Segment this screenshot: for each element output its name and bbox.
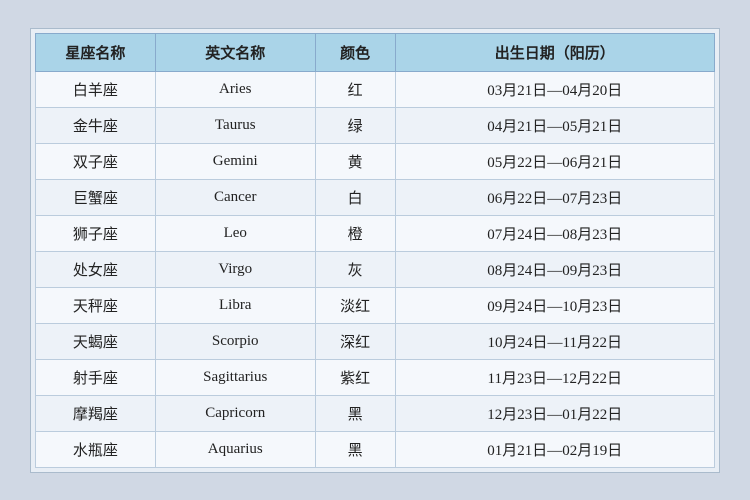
cell-color: 淡红: [315, 287, 395, 323]
cell-color: 橙: [315, 215, 395, 251]
cell-date: 05月22日—06月21日: [395, 143, 714, 179]
cell-chinese: 巨蟹座: [36, 179, 156, 215]
cell-chinese: 水瓶座: [36, 431, 156, 467]
header-date: 出生日期（阳历）: [395, 33, 714, 71]
cell-chinese: 射手座: [36, 359, 156, 395]
cell-color: 紫红: [315, 359, 395, 395]
cell-english: Capricorn: [155, 395, 315, 431]
cell-chinese: 天秤座: [36, 287, 156, 323]
cell-chinese: 处女座: [36, 251, 156, 287]
cell-color: 绿: [315, 107, 395, 143]
cell-date: 08月24日—09月23日: [395, 251, 714, 287]
cell-date: 11月23日—12月22日: [395, 359, 714, 395]
cell-english: Aquarius: [155, 431, 315, 467]
cell-date: 10月24日—11月22日: [395, 323, 714, 359]
table-row: 双子座Gemini黄05月22日—06月21日: [36, 143, 715, 179]
cell-color: 深红: [315, 323, 395, 359]
cell-chinese: 摩羯座: [36, 395, 156, 431]
table-row: 巨蟹座Cancer白06月22日—07月23日: [36, 179, 715, 215]
cell-chinese: 白羊座: [36, 71, 156, 107]
cell-chinese: 狮子座: [36, 215, 156, 251]
table-body: 白羊座Aries红03月21日—04月20日金牛座Taurus绿04月21日—0…: [36, 71, 715, 467]
cell-english: Virgo: [155, 251, 315, 287]
cell-color: 白: [315, 179, 395, 215]
table-row: 水瓶座Aquarius黑01月21日—02月19日: [36, 431, 715, 467]
table-row: 金牛座Taurus绿04月21日—05月21日: [36, 107, 715, 143]
cell-english: Libra: [155, 287, 315, 323]
table-row: 狮子座Leo橙07月24日—08月23日: [36, 215, 715, 251]
cell-date: 06月22日—07月23日: [395, 179, 714, 215]
cell-color: 黑: [315, 431, 395, 467]
table-row: 摩羯座Capricorn黑12月23日—01月22日: [36, 395, 715, 431]
cell-english: Scorpio: [155, 323, 315, 359]
table-row: 处女座Virgo灰08月24日—09月23日: [36, 251, 715, 287]
cell-english: Gemini: [155, 143, 315, 179]
table-row: 射手座Sagittarius紫红11月23日—12月22日: [36, 359, 715, 395]
table-row: 天秤座Libra淡红09月24日—10月23日: [36, 287, 715, 323]
header-chinese: 星座名称: [36, 33, 156, 71]
table-row: 天蝎座Scorpio深红10月24日—11月22日: [36, 323, 715, 359]
zodiac-table: 星座名称 英文名称 颜色 出生日期（阳历） 白羊座Aries红03月21日—04…: [35, 33, 715, 468]
cell-english: Leo: [155, 215, 315, 251]
cell-chinese: 天蝎座: [36, 323, 156, 359]
cell-color: 黄: [315, 143, 395, 179]
zodiac-table-container: 星座名称 英文名称 颜色 出生日期（阳历） 白羊座Aries红03月21日—04…: [30, 28, 720, 473]
cell-chinese: 双子座: [36, 143, 156, 179]
header-color: 颜色: [315, 33, 395, 71]
cell-date: 12月23日—01月22日: [395, 395, 714, 431]
table-row: 白羊座Aries红03月21日—04月20日: [36, 71, 715, 107]
cell-english: Cancer: [155, 179, 315, 215]
header-english: 英文名称: [155, 33, 315, 71]
cell-chinese: 金牛座: [36, 107, 156, 143]
cell-english: Taurus: [155, 107, 315, 143]
cell-color: 红: [315, 71, 395, 107]
cell-date: 09月24日—10月23日: [395, 287, 714, 323]
cell-color: 灰: [315, 251, 395, 287]
cell-date: 01月21日—02月19日: [395, 431, 714, 467]
cell-date: 04月21日—05月21日: [395, 107, 714, 143]
cell-english: Sagittarius: [155, 359, 315, 395]
cell-english: Aries: [155, 71, 315, 107]
cell-date: 07月24日—08月23日: [395, 215, 714, 251]
table-header-row: 星座名称 英文名称 颜色 出生日期（阳历）: [36, 33, 715, 71]
cell-date: 03月21日—04月20日: [395, 71, 714, 107]
cell-color: 黑: [315, 395, 395, 431]
